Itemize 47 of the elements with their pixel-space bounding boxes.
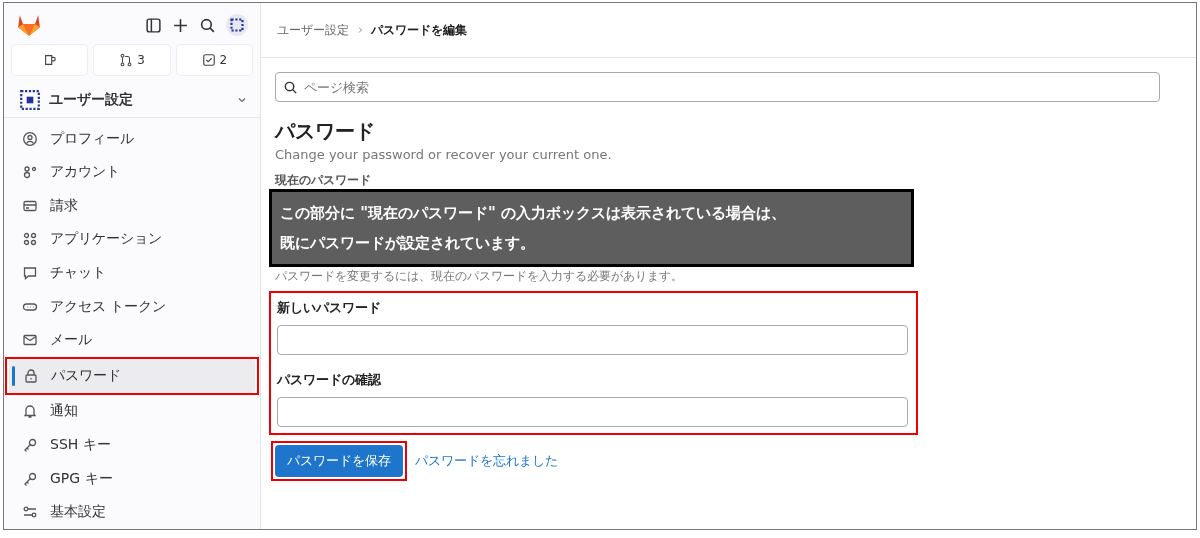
breadcrumb-link[interactable]: パスワードを編集 <box>371 21 467 39</box>
checkbox-todo-icon <box>201 53 216 67</box>
field-label: 現在のパスワード <box>273 172 372 189</box>
merge-requests-button[interactable]: 3 <box>94 45 170 75</box>
forgot-password-link[interactable]: パスワードを忘れました <box>415 452 558 470</box>
merge-request-icon <box>119 53 134 67</box>
nav-item[interactable]: 基本設定 <box>8 495 256 529</box>
nav-item[interactable]: メール <box>8 323 256 358</box>
nav-item[interactable]: アクセス トークン <box>8 289 256 324</box>
nav-item[interactable]: チャット <box>8 256 256 290</box>
breadcrumb-link[interactable]: ユーザー設定 <box>277 21 349 39</box>
key-icon <box>22 470 38 487</box>
sidebar-toggle-icon[interactable] <box>145 16 162 34</box>
apps-grid-icon <box>22 231 38 248</box>
nav-item[interactable]: アカウント <box>8 155 256 190</box>
save-password-button[interactable]: パスワードを保存 <box>275 445 403 477</box>
nav-item[interactable]: プロフィール <box>8 121 256 156</box>
nav-item[interactable]: 通知 <box>8 394 256 429</box>
todo-button[interactable]: 2 <box>176 45 252 75</box>
user-circle-icon <box>22 130 38 147</box>
nav-item[interactable]: SSH キー <box>8 428 256 462</box>
search-icon[interactable] <box>199 16 216 34</box>
avatar-icon[interactable] <box>226 14 248 36</box>
nav-item[interactable]: パスワード <box>9 359 255 393</box>
field-hint: パスワードを変更するには、現在のパスワードを入力する必要があります。 <box>274 268 684 285</box>
field-label: パスワードの確認 <box>277 371 382 389</box>
bell-icon <box>22 403 38 420</box>
nav-item[interactable]: アプリケーション <box>8 222 256 257</box>
nav-item[interactable]: GPG キー <box>8 461 256 496</box>
section-header[interactable]: ユーザー設定 <box>4 83 260 118</box>
issue-icon <box>42 53 57 67</box>
page-title: パスワード <box>275 118 376 145</box>
chat-bubble-icon <box>22 265 38 282</box>
search-icon <box>283 80 298 95</box>
lock-icon <box>23 367 39 384</box>
chevron-right-icon <box>356 26 364 34</box>
plus-icon[interactable] <box>172 16 189 34</box>
page-subtitle: Change your password or recover your current one. <box>275 147 613 162</box>
password-input[interactable] <box>277 397 908 427</box>
password-input[interactable] <box>277 325 908 355</box>
account-icon <box>22 164 38 181</box>
key-icon <box>22 437 38 453</box>
field-label: 新しいパスワード <box>277 299 382 317</box>
annotation-callout: この部分に "現在のパスワード" の入力ボックスは表示されている場合は、 既にパスワードが設定されています。 <box>269 189 914 267</box>
nav-item[interactable]: 請求 <box>8 189 256 223</box>
avatar-icon <box>19 88 41 111</box>
search-field[interactable]: ページ検索 <box>275 72 1160 102</box>
